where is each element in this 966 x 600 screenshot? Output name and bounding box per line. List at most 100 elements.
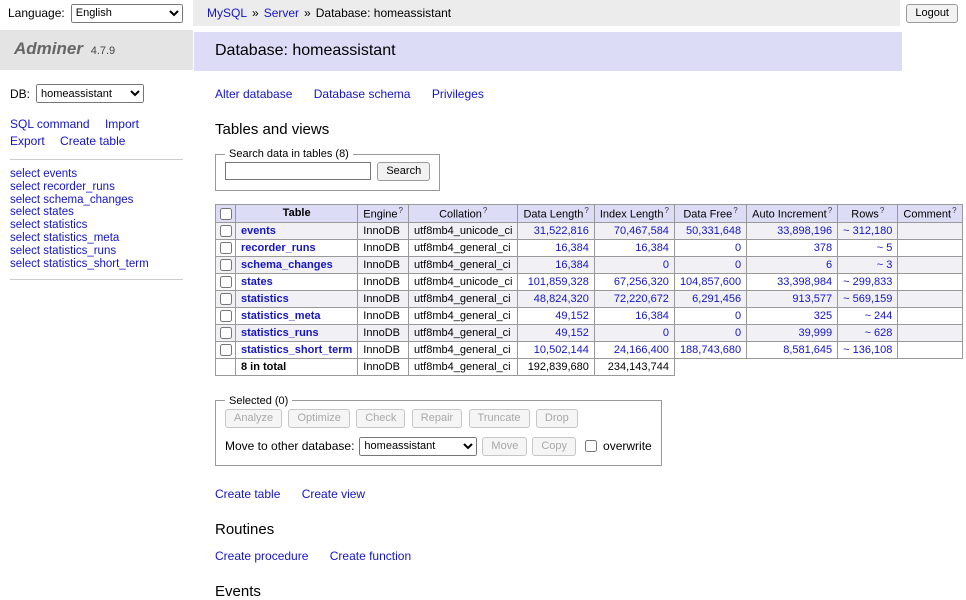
data-free-link[interactable]: 0 <box>735 310 741 322</box>
row-checkbox[interactable] <box>220 242 232 254</box>
sidebar-item-statistics-meta[interactable]: select statistics_meta <box>10 232 119 244</box>
sidebar-item-schema-changes[interactable]: select schema_changes <box>10 194 133 206</box>
index-length-link[interactable]: 70,467,584 <box>614 225 669 237</box>
move-button[interactable]: Move <box>482 437 527 456</box>
create-function-link[interactable]: Create function <box>330 549 411 563</box>
auto-increment-link[interactable]: 325 <box>814 310 832 322</box>
data-free-link[interactable]: 50,331,648 <box>686 225 741 237</box>
repair-button[interactable]: Repair <box>412 409 462 428</box>
create-procedure-link[interactable]: Create procedure <box>215 549 308 563</box>
sidebar-item-states[interactable]: select states <box>10 206 74 218</box>
auto-increment-link[interactable]: 378 <box>814 242 832 254</box>
auto-increment-link[interactable]: 8,581,645 <box>783 344 832 356</box>
table-link-states[interactable]: states <box>241 276 273 288</box>
auto-increment-link[interactable]: 39,999 <box>799 327 833 339</box>
breadcrumb-server-link[interactable]: Server <box>264 6 299 20</box>
sidebar-sql-command-link[interactable]: SQL command <box>10 117 90 131</box>
sidebar-item-events[interactable]: select events <box>10 168 77 180</box>
data-free-link[interactable]: 188,743,680 <box>680 344 741 356</box>
search-input[interactable] <box>225 162 371 180</box>
rows-count-link[interactable]: ~ 244 <box>865 310 893 322</box>
data-length-link[interactable]: 31,522,816 <box>534 225 589 237</box>
auto-increment-link[interactable]: 33,398,984 <box>777 276 832 288</box>
help-icon[interactable]: ? <box>483 206 487 215</box>
truncate-button[interactable]: Truncate <box>469 409 530 428</box>
table-link-schema-changes[interactable]: schema_changes <box>241 259 333 271</box>
data-free-link[interactable]: 0 <box>735 327 741 339</box>
help-icon[interactable]: ? <box>399 206 403 215</box>
data-free-link[interactable]: 0 <box>735 242 741 254</box>
help-icon[interactable]: ? <box>828 206 832 215</box>
drop-button[interactable]: Drop <box>536 409 578 428</box>
sidebar-item-statistics-runs[interactable]: select statistics_runs <box>10 245 116 257</box>
create-view-link[interactable]: Create view <box>302 487 365 501</box>
data-length-link[interactable]: 16,384 <box>555 242 589 254</box>
privileges-link[interactable]: Privileges <box>432 87 484 101</box>
row-checkbox[interactable] <box>220 293 232 305</box>
index-length-link[interactable]: 16,384 <box>635 310 669 322</box>
table-link-statistics[interactable]: statistics <box>241 293 289 305</box>
data-length-link[interactable]: 48,824,320 <box>534 293 589 305</box>
index-length-link[interactable]: 0 <box>663 259 669 271</box>
row-checkbox[interactable] <box>220 344 232 356</box>
alter-database-link[interactable]: Alter database <box>215 87 292 101</box>
search-button[interactable]: Search <box>377 162 430 181</box>
index-length-link[interactable]: 67,256,320 <box>614 276 669 288</box>
sidebar-export-link[interactable]: Export <box>10 134 45 148</box>
index-length-link[interactable]: 24,166,400 <box>614 344 669 356</box>
analyze-button[interactable]: Analyze <box>225 409 282 428</box>
rows-count-link[interactable]: ~ 628 <box>865 327 893 339</box>
row-checkbox[interactable] <box>220 225 232 237</box>
row-checkbox[interactable] <box>220 327 232 339</box>
rows-count-link[interactable]: ~ 569,159 <box>843 293 892 305</box>
rows-count-link[interactable]: ~ 312,180 <box>843 225 892 237</box>
auto-increment-link[interactable]: 6 <box>826 259 832 271</box>
rows-count-link[interactable]: ~ 3 <box>877 259 893 271</box>
overwrite-checkbox[interactable] <box>585 440 597 452</box>
language-select[interactable]: English <box>71 4 183 23</box>
breadcrumb-mysql-link[interactable]: MySQL <box>207 6 247 20</box>
sidebar-import-link[interactable]: Import <box>105 117 139 131</box>
check-button[interactable]: Check <box>356 409 405 428</box>
data-free-link[interactable]: 104,857,600 <box>680 276 741 288</box>
rows-count-link[interactable]: ~ 136,108 <box>843 344 892 356</box>
data-free-link[interactable]: 6,291,456 <box>692 293 741 305</box>
table-link-statistics-runs[interactable]: statistics_runs <box>241 327 319 339</box>
database-schema-link[interactable]: Database schema <box>314 87 411 101</box>
data-length-link[interactable]: 10,502,144 <box>534 344 589 356</box>
table-link-recorder-runs[interactable]: recorder_runs <box>241 242 316 254</box>
rows-count-link[interactable]: ~ 5 <box>877 242 893 254</box>
index-length-link[interactable]: 16,384 <box>635 242 669 254</box>
sidebar-item-recorder-runs[interactable]: select recorder_runs <box>10 181 115 193</box>
row-checkbox[interactable] <box>220 276 232 288</box>
help-icon[interactable]: ? <box>584 206 588 215</box>
move-database-select[interactable]: homeassistant <box>359 437 477 456</box>
table-link-statistics-short-term[interactable]: statistics_short_term <box>241 344 352 356</box>
data-length-link[interactable]: 49,152 <box>555 327 589 339</box>
logout-button[interactable]: Logout <box>906 4 958 23</box>
data-free-link[interactable]: 0 <box>735 259 741 271</box>
select-all-checkbox[interactable] <box>220 208 232 220</box>
row-checkbox[interactable] <box>220 259 232 271</box>
index-length-link[interactable]: 0 <box>663 327 669 339</box>
db-select[interactable]: homeassistant <box>36 84 144 103</box>
adminer-home-link[interactable]: Adminer <box>14 39 83 58</box>
sidebar-create-table-link[interactable]: Create table <box>60 134 125 148</box>
sidebar-item-statistics[interactable]: select statistics <box>10 219 87 231</box>
data-length-link[interactable]: 16,384 <box>555 259 589 271</box>
rows-count-link[interactable]: ~ 299,833 <box>843 276 892 288</box>
help-icon[interactable]: ? <box>880 206 884 215</box>
table-link-events[interactable]: events <box>241 225 276 237</box>
auto-increment-link[interactable]: 33,898,196 <box>777 225 832 237</box>
create-table-link[interactable]: Create table <box>215 487 280 501</box>
data-length-link[interactable]: 101,859,328 <box>528 276 589 288</box>
optimize-button[interactable]: Optimize <box>288 409 349 428</box>
help-icon[interactable]: ? <box>664 206 668 215</box>
table-link-statistics-meta[interactable]: statistics_meta <box>241 310 321 322</box>
help-icon[interactable]: ? <box>733 206 737 215</box>
index-length-link[interactable]: 72,220,672 <box>614 293 669 305</box>
sidebar-item-statistics-short-term[interactable]: select statistics_short_term <box>10 258 149 270</box>
help-icon[interactable]: ? <box>952 206 956 215</box>
row-checkbox[interactable] <box>220 310 232 322</box>
auto-increment-link[interactable]: 913,577 <box>792 293 832 305</box>
